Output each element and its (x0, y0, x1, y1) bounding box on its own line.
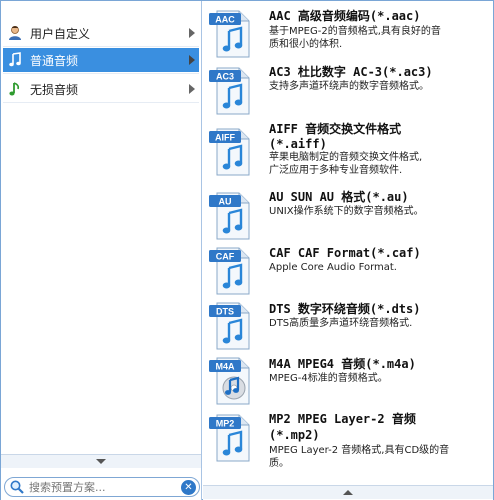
audio-format-window: 用户自定义 普通音频 无损音频 搜索预置方案... ✕ AAC AAC 高级音频… (0, 0, 494, 500)
format-description: 质和很小的体积. (269, 39, 343, 50)
format-description: UNIX操作系统下的数字音频格式。 (269, 206, 424, 217)
expand-arrow-icon (189, 84, 195, 94)
format-description: MPEG-4标准的音频格式。 (269, 373, 388, 384)
chevron-up-icon (343, 490, 353, 495)
search-icon (9, 479, 25, 495)
green-note-icon (6, 80, 24, 98)
format-item-aac[interactable]: AAC AAC 高级音频编码(*.aac) 基于MPEG-2的音频格式,具有良好… (203, 7, 493, 63)
format-title-extension: (*.aiff) (269, 137, 327, 151)
format-item-aiff[interactable]: AIFF AIFF 音频交换文件格式 (*.aiff) 苹果电脑制定的音频交换文… (203, 121, 493, 187)
category-user-defined[interactable]: 用户自定义 (3, 21, 199, 45)
format-item-caf[interactable]: CAF CAF CAF Format(*.caf) Apple Core Aud… (203, 244, 493, 300)
music-note-icon (6, 51, 24, 69)
category-label: 普通音频 (30, 53, 79, 68)
format-item-au[interactable]: AU AU SUN AU 格式(*.au) UNIX操作系统下的数字音频格式。 (203, 189, 493, 245)
category-panel: 用户自定义 普通音频 无损音频 搜索预置方案... ✕ (1, 1, 202, 500)
preset-search-box[interactable]: ✕ (4, 477, 200, 497)
m4a-file-icon: M4A (207, 356, 253, 406)
format-description: 质。 (269, 458, 289, 469)
format-description: 基于MPEG-2的音频格式,具有良好的音 (269, 26, 441, 37)
format-description: 苹果电脑制定的音频交换文件格式, (269, 152, 423, 163)
audio-file-icon: AU (207, 191, 253, 241)
category-label: 无损音频 (30, 82, 79, 97)
audio-file-icon: AIFF (207, 127, 253, 177)
format-description: MPEG Layer-2 音频格式,具有CD级的音 (269, 445, 450, 456)
category-lossless-audio[interactable]: 无损音频 (3, 77, 199, 101)
format-title: CAF CAF Format(*.caf) (269, 246, 421, 260)
audio-file-icon: AC3 (207, 66, 253, 116)
format-item-m4a[interactable]: M4A M4A MPEG4 音频(*.m4a) MPEG-4标准的音频格式。 (203, 354, 493, 410)
expand-arrow-icon (189, 55, 195, 65)
divider (3, 46, 199, 47)
format-title: MP2 MPEG Layer-2 音频 (269, 412, 416, 426)
badge-label: AAC (215, 15, 235, 25)
badge-label: AC3 (216, 72, 234, 82)
divider (3, 73, 199, 74)
format-title: AC3 杜比数字 AC-3(*.ac3) (269, 65, 433, 79)
category-scroll-down[interactable] (1, 454, 201, 468)
clear-icon[interactable]: ✕ (181, 479, 196, 495)
chevron-down-icon (96, 459, 106, 464)
format-title: AIFF 音频交换文件格式 (269, 122, 402, 136)
format-description: Apple Core Audio Format. (269, 262, 397, 273)
badge-label: MP2 (216, 419, 235, 429)
audio-file-icon: MP2 (207, 413, 253, 463)
format-item-dts[interactable]: DTS DTS 数字环绕音频(*.dts) DTS高质量多声道环绕音频格式. (203, 299, 493, 355)
badge-label: DTS (216, 307, 234, 317)
format-title: AAC 高级音频编码(*.aac) (269, 9, 421, 23)
badge-label: CAF (216, 252, 235, 262)
badge-label: AIFF (215, 133, 235, 143)
badge-label: M4A (215, 362, 235, 372)
category-label: 用户自定义 (30, 26, 91, 41)
expand-arrow-icon (189, 28, 195, 38)
format-description: DTS高质量多声道环绕音频格式. (269, 318, 413, 329)
format-description: 广泛应用于多种专业音频软件. (269, 165, 403, 176)
format-title: DTS 数字环绕音频(*.dts) (269, 302, 421, 316)
format-description: 支持多声道环绕声的数字音频格式。 (269, 81, 429, 92)
format-item-mp2[interactable]: MP2 MP2 MPEG Layer-2 音频 (*.mp2) MPEG Lay… (203, 411, 493, 481)
search-input[interactable] (25, 480, 181, 494)
audio-file-icon: DTS (207, 301, 253, 351)
audio-file-icon: CAF (207, 246, 253, 296)
format-item-ac3[interactable]: AC3 AC3 杜比数字 AC-3(*.ac3) 支持多声道环绕声的数字音频格式… (203, 64, 493, 120)
format-scroll-down[interactable] (203, 485, 493, 499)
divider (3, 102, 199, 103)
category-common-audio[interactable]: 普通音频 (3, 48, 199, 72)
format-title: AU SUN AU 格式(*.au) (269, 190, 409, 204)
audio-file-icon: AAC (207, 9, 253, 59)
user-icon (6, 24, 24, 42)
format-title: M4A MPEG4 音频(*.m4a) (269, 357, 416, 371)
badge-label: AU (219, 197, 232, 207)
format-title-extension: (*.mp2) (269, 428, 320, 442)
format-list: AAC AAC 高级音频编码(*.aac) 基于MPEG-2的音频格式,具有良好… (203, 1, 493, 500)
